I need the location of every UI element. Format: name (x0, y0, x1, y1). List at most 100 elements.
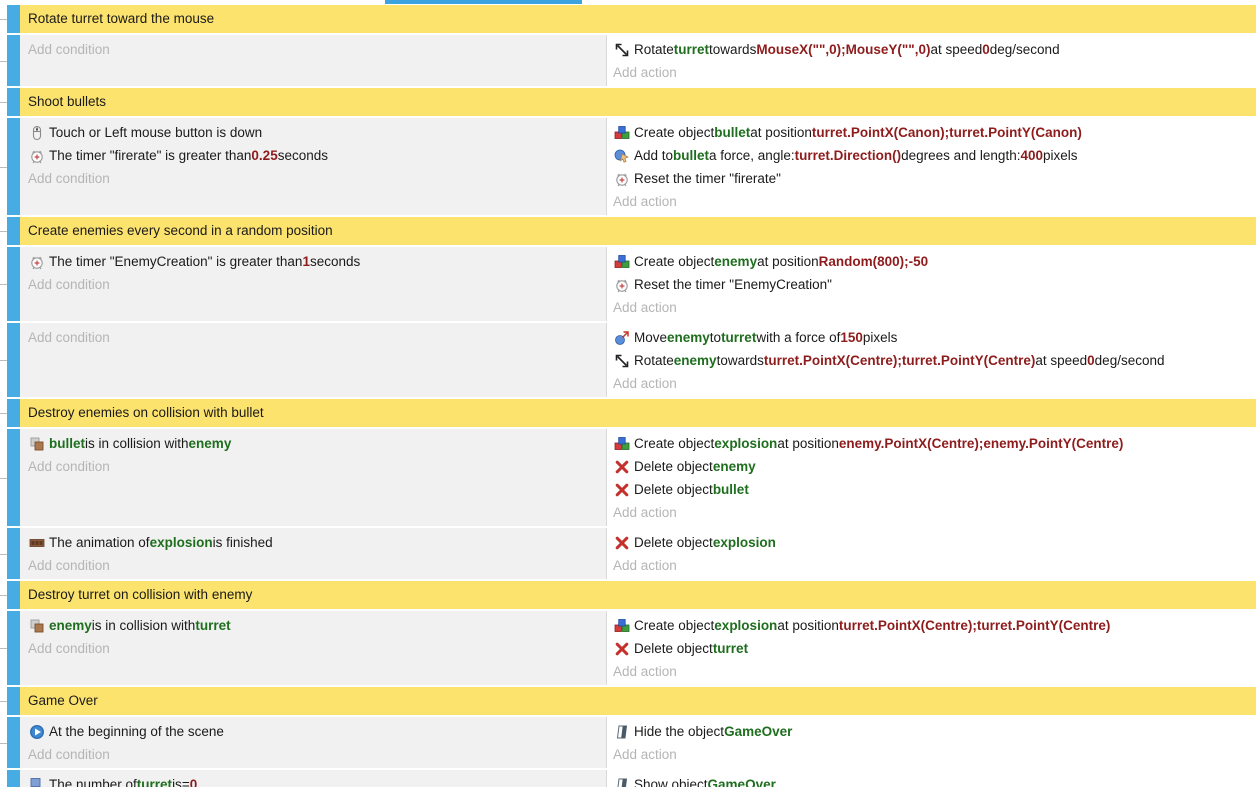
action-item[interactable]: Hide the object GameOver (613, 720, 1256, 743)
add-condition-button[interactable]: Add condition (28, 554, 606, 577)
condition-item[interactable]: Touch or Left mouse button is down (28, 121, 606, 144)
action-item[interactable]: Create object explosion at position enem… (613, 432, 1256, 455)
conditions-column[interactable]: enemy is in collision with turretAdd con… (20, 611, 606, 685)
event-selection-bar[interactable] (7, 611, 20, 685)
actions-column[interactable]: Hide the object GameOverAdd action (606, 717, 1256, 768)
conditions-column[interactable]: bullet is in collision with enemyAdd con… (20, 429, 606, 526)
event-selection-bar[interactable] (7, 323, 20, 397)
event-selection-bar[interactable] (7, 429, 20, 526)
event-block: The animation of explosion is finishedAd… (0, 528, 1256, 579)
add-condition-button[interactable]: Add condition (28, 637, 606, 660)
actions-column[interactable]: Delete object explosionAdd action (606, 528, 1256, 579)
action-item[interactable]: Rotate enemy towards turret.PointX(Centr… (613, 349, 1256, 372)
add-action-button[interactable]: Add action (613, 660, 1256, 683)
sentence-text: at position (777, 432, 839, 455)
action-item[interactable]: Delete object bullet (613, 478, 1256, 501)
comment-bar[interactable]: Create enemies every second in a random … (20, 217, 1256, 245)
event-selection-bar[interactable] (7, 399, 20, 427)
add-action-button[interactable]: Add action (613, 501, 1256, 524)
condition-item[interactable]: The animation of explosion is finished (28, 531, 606, 554)
event-selection-bar[interactable] (7, 5, 20, 33)
action-item[interactable]: Create object enemy at position Random(8… (613, 250, 1256, 273)
conditions-column[interactable]: At the beginning of the sceneAdd conditi… (20, 717, 606, 768)
tree-connector (0, 231, 7, 232)
add-action-button[interactable]: Add action (613, 372, 1256, 395)
event-selection-bar[interactable] (7, 581, 20, 609)
add-action-label: Add action (613, 743, 677, 766)
action-item[interactable]: Rotate turret towards MouseX("",0);Mouse… (613, 38, 1256, 61)
object-name: GameOver (724, 720, 792, 743)
actions-column[interactable]: Create object bullet at position turret.… (606, 118, 1256, 215)
add-condition-button[interactable]: Add condition (28, 326, 606, 349)
action-item[interactable]: Reset the timer "EnemyCreation" (613, 273, 1256, 296)
event-selection-bar[interactable] (7, 35, 20, 86)
conditions-column[interactable]: The timer "EnemyCreation" is greater tha… (20, 247, 606, 321)
comment-bar[interactable]: Shoot bullets (20, 88, 1256, 116)
conditions-column[interactable]: The animation of explosion is finishedAd… (20, 528, 606, 579)
rotate-icon (613, 352, 630, 369)
event-block: Add condition Rotate turret towards Mouse… (0, 35, 1256, 86)
event-selection-bar[interactable] (7, 717, 20, 768)
top-tab-indicator[interactable] (385, 0, 582, 4)
conditions-column[interactable]: Add condition (20, 323, 606, 397)
actions-column[interactable]: Create object enemy at position Random(8… (606, 247, 1256, 321)
action-item[interactable]: Delete object enemy (613, 455, 1256, 478)
action-item[interactable]: Show object GameOver (613, 773, 1256, 787)
conditions-column[interactable]: Touch or Left mouse button is downThe ti… (20, 118, 606, 215)
comment-bar[interactable]: Game Over (20, 687, 1256, 715)
sentence-text: is in collision with (92, 614, 196, 637)
add-action-button[interactable]: Add action (613, 296, 1256, 319)
action-item[interactable]: Add to bullet a force, angle: turret.Dir… (613, 144, 1256, 167)
expression-value: 400 (1020, 144, 1043, 167)
condition-item[interactable]: The timer "EnemyCreation" is greater tha… (28, 250, 606, 273)
actions-column[interactable]: Rotate turret towards MouseX("",0);Mouse… (606, 35, 1256, 86)
actions-column[interactable]: Move enemy to turret with a force of 150… (606, 323, 1256, 397)
add-action-button[interactable]: Add action (613, 743, 1256, 766)
action-item[interactable]: Create object explosion at position turr… (613, 614, 1256, 637)
condition-item[interactable]: enemy is in collision with turret (28, 614, 606, 637)
conditions-column[interactable]: x?The number of turret is = 0The timer "… (20, 770, 606, 787)
add-action-button[interactable]: Add action (613, 554, 1256, 577)
comment-bar[interactable]: Destroy turret on collision with enemy (20, 581, 1256, 609)
event-gutter (0, 399, 20, 427)
sentence-text: At the beginning of the scene (49, 720, 224, 743)
actions-column[interactable]: Create object explosion at position enem… (606, 429, 1256, 526)
action-item[interactable]: Reset the timer "firerate" (613, 167, 1256, 190)
begin-scene-icon (28, 723, 45, 740)
event-selection-bar[interactable] (7, 88, 20, 116)
actions-column[interactable]: Show object GameOverSet time scale to 0A… (606, 770, 1256, 787)
event-selection-bar[interactable] (7, 687, 20, 715)
object-name: GameOver (708, 773, 776, 787)
comment-bar[interactable]: Destroy enemies on collision with bullet (20, 399, 1256, 427)
action-item[interactable]: Move enemy to turret with a force of 150… (613, 326, 1256, 349)
add-condition-button[interactable]: Add condition (28, 38, 606, 61)
action-item[interactable]: Delete object explosion (613, 531, 1256, 554)
add-action-button[interactable]: Add action (613, 190, 1256, 213)
action-item[interactable]: Delete object turret (613, 637, 1256, 660)
condition-item[interactable]: bullet is in collision with enemy (28, 432, 606, 455)
add-condition-button[interactable]: Add condition (28, 167, 606, 190)
add-condition-button[interactable]: Add condition (28, 743, 606, 766)
event-selection-bar[interactable] (7, 770, 20, 787)
event-selection-bar[interactable] (7, 217, 20, 245)
actions-column[interactable]: Create object explosion at position turr… (606, 611, 1256, 685)
conditions-column[interactable]: Add condition (20, 35, 606, 86)
add-action-button[interactable]: Add action (613, 61, 1256, 84)
sentence-text: at speed (930, 38, 982, 61)
sentence-text: Show object (634, 773, 708, 787)
event-selection-bar[interactable] (7, 118, 20, 215)
condition-item[interactable]: x?The number of turret is = 0 (28, 773, 606, 787)
add-condition-button[interactable]: Add condition (28, 273, 606, 296)
event-selection-bar[interactable] (7, 528, 20, 579)
sentence-text: Create object (634, 614, 714, 637)
sentence-text: Touch or Left mouse button is down (49, 121, 262, 144)
condition-item[interactable]: The timer "firerate" is greater than 0.2… (28, 144, 606, 167)
add-action-label: Add action (613, 296, 677, 319)
event-selection-bar[interactable] (7, 247, 20, 321)
animation-icon (28, 534, 45, 551)
add-condition-button[interactable]: Add condition (28, 455, 606, 478)
timer-icon (613, 170, 630, 187)
comment-bar[interactable]: Rotate turret toward the mouse (20, 5, 1256, 33)
condition-item[interactable]: At the beginning of the scene (28, 720, 606, 743)
action-item[interactable]: Create object bullet at position turret.… (613, 121, 1256, 144)
